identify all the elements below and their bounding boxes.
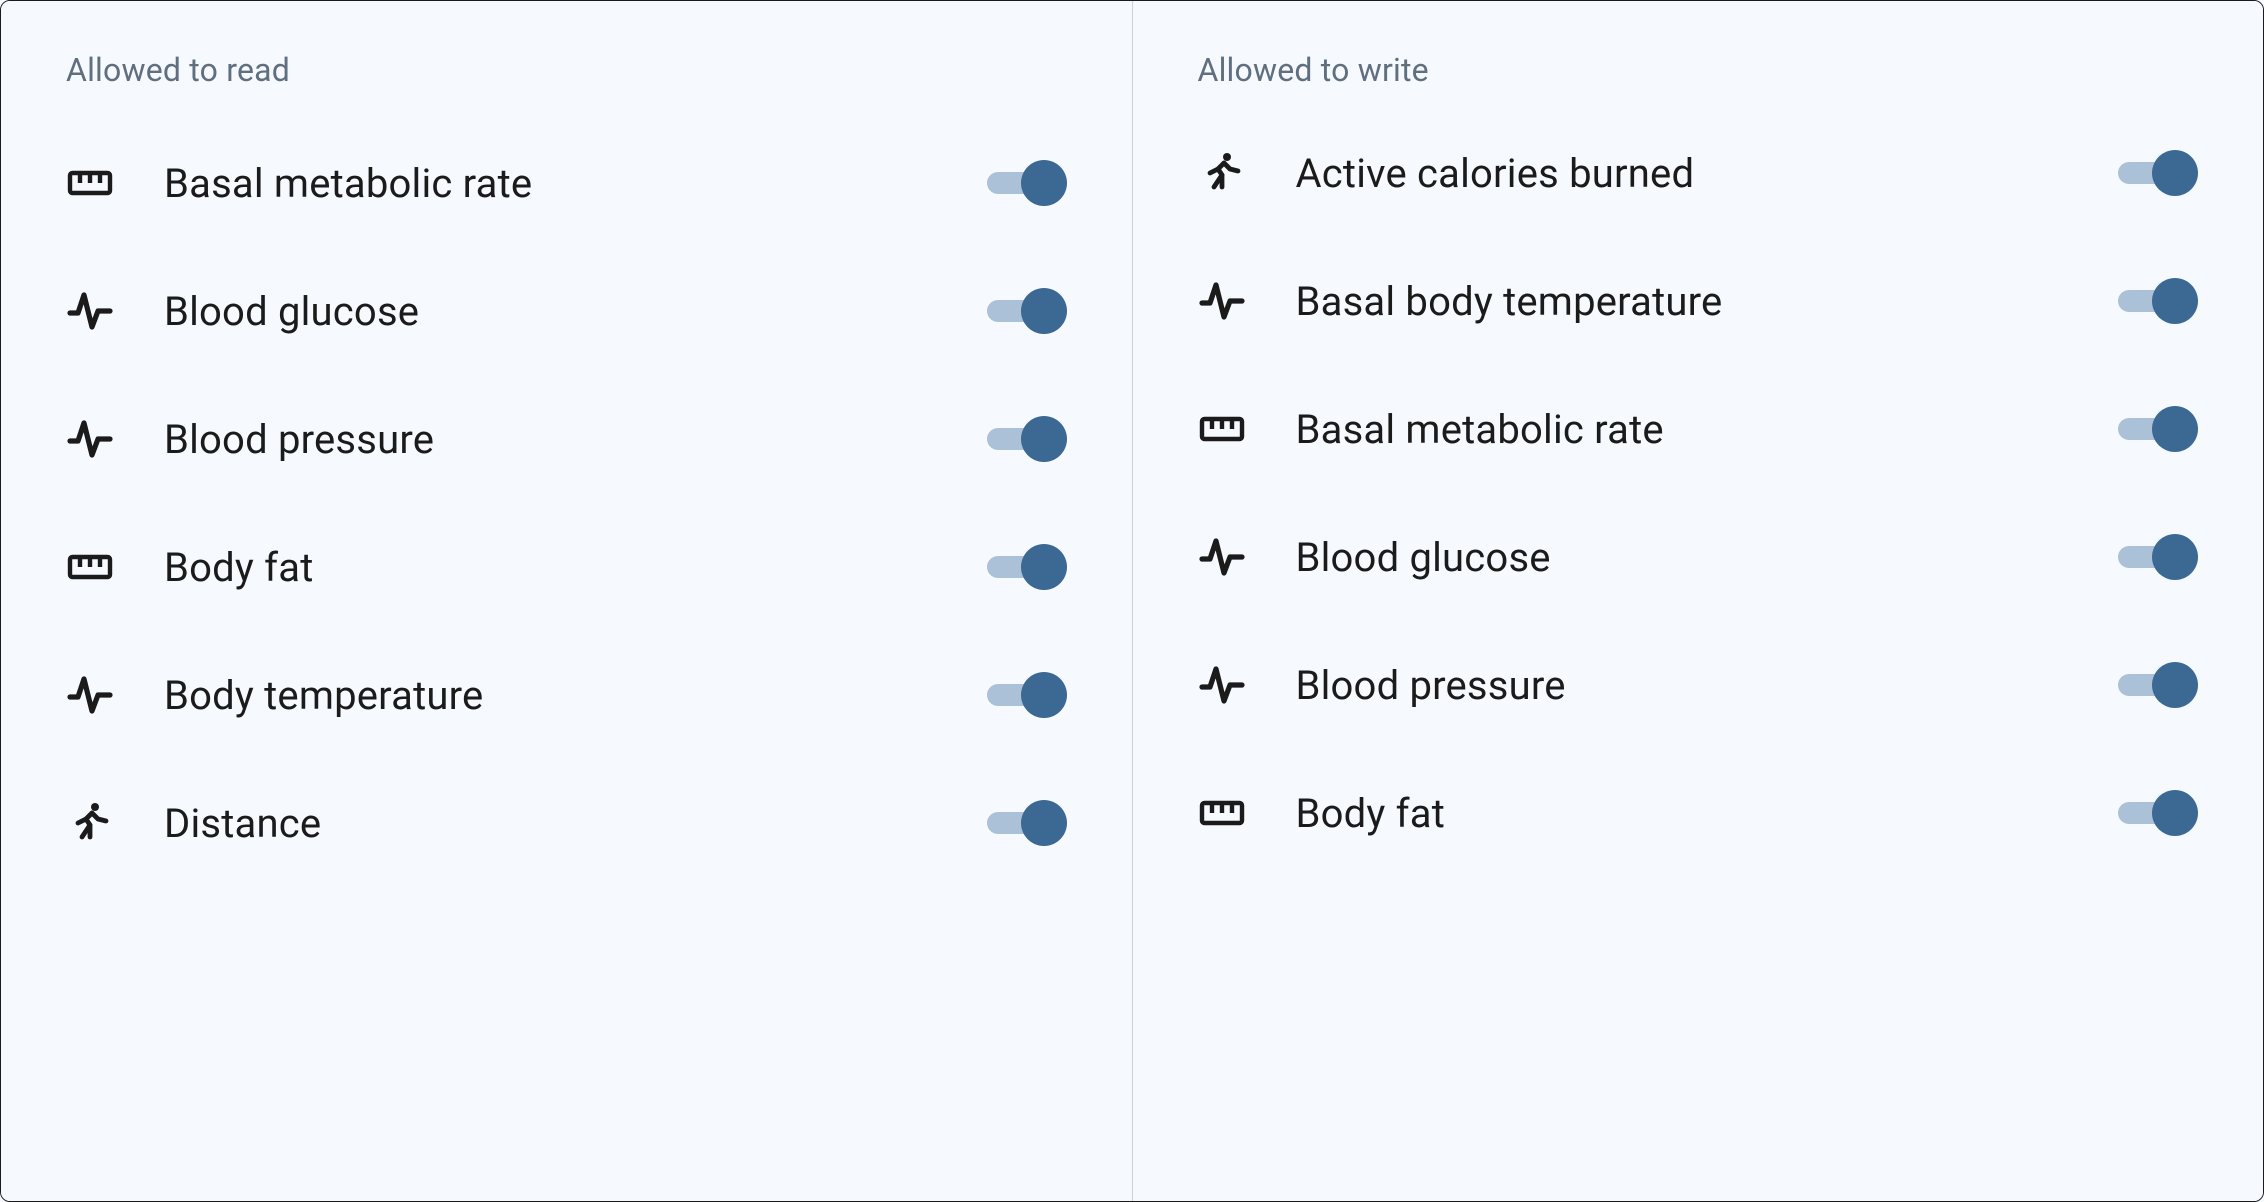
item-label: Blood pressure xyxy=(1296,662,2069,709)
pulse-icon xyxy=(1198,277,1246,325)
pulse-icon xyxy=(66,415,114,463)
list-item: Body fat xyxy=(1198,789,2199,837)
ruler-icon xyxy=(66,543,114,591)
ruler-icon xyxy=(1198,405,1246,453)
read-items-list: Basal metabolic rate Blood glucose Blood… xyxy=(66,159,1067,847)
allowed-to-write-panel: Allowed to write Active calories burned … xyxy=(1133,1,2264,1201)
toggle-switch[interactable] xyxy=(2118,662,2198,708)
toggle-switch[interactable] xyxy=(2118,406,2198,452)
item-label: Blood glucose xyxy=(1296,534,2069,581)
permissions-container: Allowed to read Basal metabolic rate Blo… xyxy=(0,0,2264,1202)
toggle-switch[interactable] xyxy=(987,160,1067,206)
list-item: Distance xyxy=(66,799,1067,847)
list-item: Body temperature xyxy=(66,671,1067,719)
item-label: Distance xyxy=(164,800,937,847)
read-panel-title: Allowed to read xyxy=(66,51,1067,89)
list-item: Body fat xyxy=(66,543,1067,591)
item-label: Body fat xyxy=(1296,790,2069,837)
toggle-switch[interactable] xyxy=(2118,150,2198,196)
toggle-switch[interactable] xyxy=(987,800,1067,846)
list-item: Basal body temperature xyxy=(1198,277,2199,325)
item-label: Basal metabolic rate xyxy=(164,160,937,207)
toggle-switch[interactable] xyxy=(2118,790,2198,836)
list-item: Basal metabolic rate xyxy=(66,159,1067,207)
pulse-icon xyxy=(66,671,114,719)
toggle-switch[interactable] xyxy=(987,672,1067,718)
list-item: Blood pressure xyxy=(66,415,1067,463)
item-label: Basal metabolic rate xyxy=(1296,406,2069,453)
item-label: Body temperature xyxy=(164,672,937,719)
list-item: Active calories burned xyxy=(1198,149,2199,197)
ruler-icon xyxy=(66,159,114,207)
pulse-icon xyxy=(1198,661,1246,709)
toggle-switch[interactable] xyxy=(987,288,1067,334)
list-item: Blood glucose xyxy=(66,287,1067,335)
write-items-list: Active calories burned Basal body temper… xyxy=(1198,149,2199,837)
list-item: Blood pressure xyxy=(1198,661,2199,709)
write-panel-title: Allowed to write xyxy=(1198,51,2199,89)
ruler-icon xyxy=(1198,789,1246,837)
pulse-icon xyxy=(66,287,114,335)
list-item: Blood glucose xyxy=(1198,533,2199,581)
toggle-switch[interactable] xyxy=(2118,278,2198,324)
run-icon xyxy=(66,799,114,847)
item-label: Basal body temperature xyxy=(1296,278,2069,325)
toggle-switch[interactable] xyxy=(987,416,1067,462)
list-item: Basal metabolic rate xyxy=(1198,405,2199,453)
item-label: Body fat xyxy=(164,544,937,591)
toggle-switch[interactable] xyxy=(2118,534,2198,580)
toggle-switch[interactable] xyxy=(987,544,1067,590)
item-label: Active calories burned xyxy=(1296,150,2069,197)
run-icon xyxy=(1198,149,1246,197)
allowed-to-read-panel: Allowed to read Basal metabolic rate Blo… xyxy=(1,1,1133,1201)
item-label: Blood glucose xyxy=(164,288,937,335)
item-label: Blood pressure xyxy=(164,416,937,463)
pulse-icon xyxy=(1198,533,1246,581)
